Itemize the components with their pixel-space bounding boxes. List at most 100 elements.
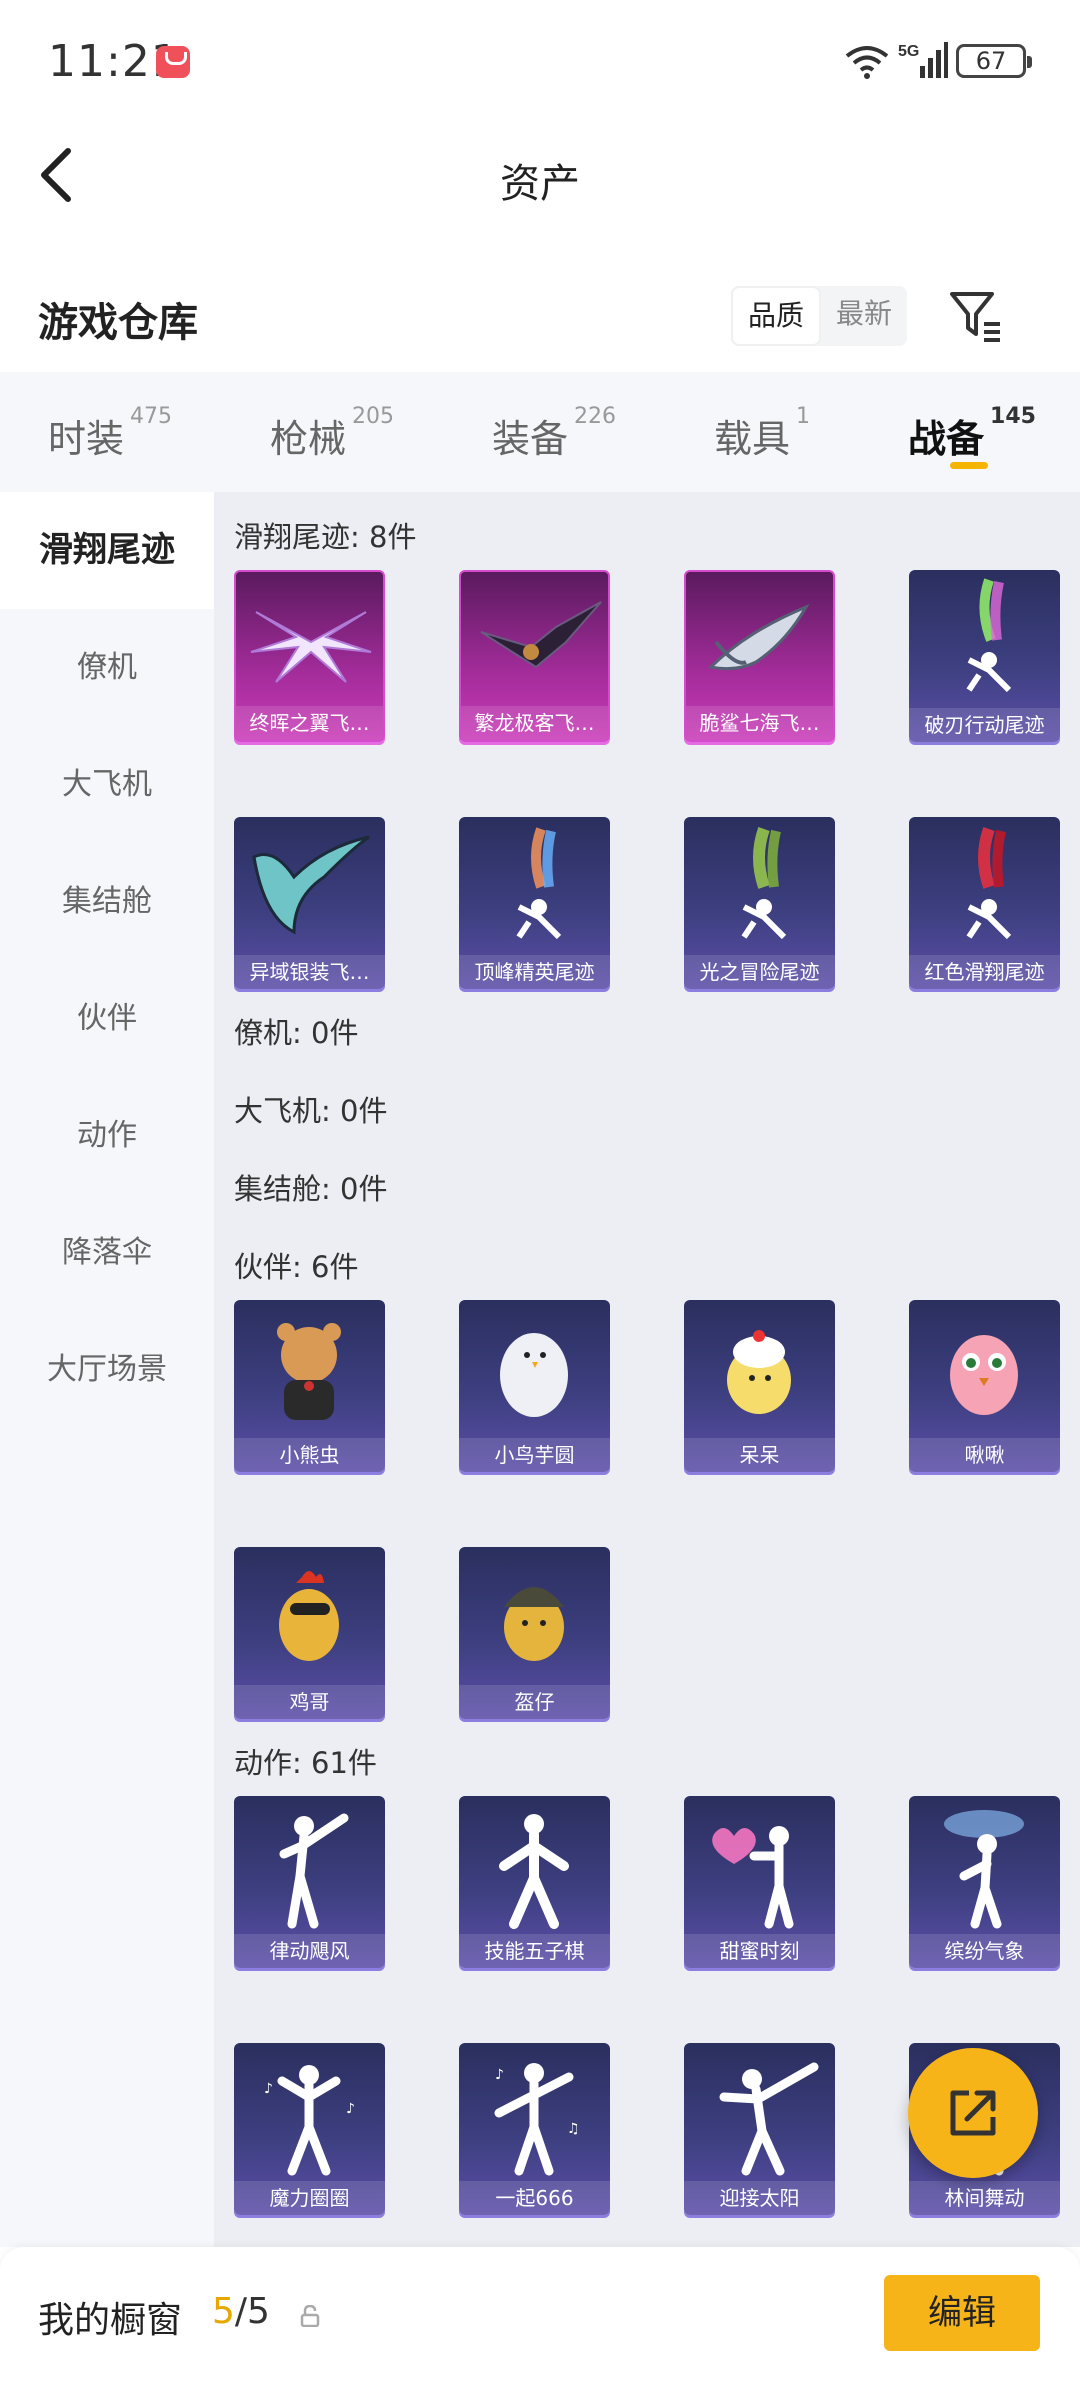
tab-label: 载具	[714, 417, 791, 461]
item-card[interactable]: 脆鲨七海飞…	[684, 570, 835, 742]
item-name: 魔力圈圈	[234, 2181, 385, 2215]
sidebar-item-emote[interactable]: 动作	[0, 1077, 214, 1194]
item-name: 终晖之翼飞…	[236, 706, 383, 740]
top-app-bar: 资产	[0, 125, 1080, 225]
item-card[interactable]: 缤纷气象	[909, 1796, 1060, 1968]
tab-count: 475	[130, 404, 173, 429]
item-name: 迎接太阳	[684, 2181, 835, 2215]
smoke-trail-art-icon	[741, 826, 787, 940]
bear-pet-art-icon	[277, 1323, 341, 1420]
item-name: 呆呆	[684, 1438, 835, 1472]
sidebar-item-parachute[interactable]: 降落伞	[0, 1194, 214, 1311]
dragon-trail-art-icon	[480, 601, 602, 669]
heart-pose-art-icon	[712, 1826, 794, 1929]
item-card[interactable]: 终晖之翼飞…	[234, 570, 385, 742]
lock-icon	[300, 2305, 320, 2327]
item-name: 繁龙极客飞…	[461, 706, 608, 740]
sidebar-item-wingman[interactable]: 僚机	[0, 609, 214, 726]
silver-wing-art-icon	[252, 835, 370, 935]
item-card[interactable]: 红色滑翔尾迹	[909, 817, 1060, 989]
showcase-count-total: /5	[234, 2291, 270, 2332]
pink-bird-pet-art-icon	[950, 1335, 1018, 1415]
item-card[interactable]: 顶峰精英尾迹	[459, 817, 610, 989]
item-name: 林间舞动	[909, 2181, 1060, 2215]
item-card[interactable]: 呆呆	[684, 1300, 835, 1472]
sidebar-item-big-plane[interactable]: 大飞机	[0, 726, 214, 843]
item-name: 鸡哥	[234, 1685, 385, 1719]
dance-pose-art-icon	[279, 1813, 349, 1929]
item-name: 律动飓风	[234, 1934, 385, 1968]
item-name: 甜蜜时刻	[684, 1934, 835, 1968]
sidebar-item-glide-trail[interactable]: 滑翔尾迹	[0, 492, 214, 609]
item-card[interactable]: 啾啾	[909, 1300, 1060, 1472]
shark-trail-art-icon	[707, 603, 810, 671]
tab-label: 枪械	[270, 417, 347, 461]
item-name: 一起666	[459, 2181, 610, 2215]
helmet-pet-art-icon	[504, 1587, 564, 1661]
warehouse-header: 游戏仓库 品质 最新	[0, 260, 1080, 370]
item-name: 缤纷气象	[909, 1934, 1060, 1968]
item-card[interactable]: 甜蜜时刻	[684, 1796, 835, 1968]
page-title: 资产	[500, 161, 580, 207]
section-heading-emote: 动作: 61件	[234, 1746, 377, 1780]
item-card[interactable]: 小鸟芋圆	[459, 1300, 610, 1472]
item-name: 小熊虫	[234, 1438, 385, 1472]
item-name: 破刃行动尾迹	[909, 708, 1060, 742]
sidebar-item-partner[interactable]: 伙伴	[0, 960, 214, 1077]
item-card[interactable]: 光之冒险尾迹	[684, 817, 835, 989]
item-card[interactable]: 盔仔	[459, 1547, 610, 1719]
item-card[interactable]: 迎接太阳	[684, 2043, 835, 2215]
item-card[interactable]: 技能五子棋	[459, 1796, 610, 1968]
item-card[interactable]: 繁龙极客飞…	[459, 570, 610, 742]
item-card[interactable]: 小熊虫	[234, 1300, 385, 1472]
share-button[interactable]	[908, 2048, 1038, 2178]
showcase-bar: 我的橱窗 5/5 编辑	[0, 2247, 1080, 2381]
item-name: 红色滑翔尾迹	[909, 955, 1060, 989]
showcase-label: 我的橱窗	[38, 2300, 183, 2341]
dance-pose-art-icon: ♪♫	[494, 2063, 580, 2176]
sidebar-item-pod[interactable]: 集结舱	[0, 843, 214, 960]
tab-count: 145	[990, 404, 1036, 429]
item-name: 技能五子棋	[459, 1934, 610, 1968]
wing-trail-art-icon	[250, 611, 372, 683]
item-card[interactable]: 异域银装飞…	[234, 817, 385, 989]
status-bar: 11:21 5G 67	[0, 0, 1080, 125]
sort-quality-option[interactable]: 品质	[731, 286, 821, 346]
section-heading-wingman: 僚机: 0件	[234, 1016, 359, 1050]
battery-indicator: 67	[956, 44, 1032, 78]
svg-text:♪: ♪	[346, 2101, 355, 2117]
dance-pose-art-icon: ♪♪	[264, 2065, 355, 2176]
tab-label: 战备	[908, 417, 985, 461]
section-title: 游戏仓库	[38, 300, 198, 346]
filter-icon[interactable]	[948, 288, 1004, 344]
sidebar-item-lobby-scene[interactable]: 大厅场景	[0, 1311, 214, 1428]
chick-pet-art-icon	[727, 1330, 791, 1414]
showcase-count: 5/5	[212, 2291, 270, 2332]
item-card[interactable]: 律动飓风	[234, 1796, 385, 1968]
item-card[interactable]: ♪ ♪ 魔力圈圈	[234, 2043, 385, 2215]
tab-label: 装备	[492, 417, 569, 461]
tab-count: 205	[352, 404, 395, 429]
item-name: 异域银装飞…	[234, 955, 385, 989]
item-card[interactable]: ♪ ♫ 一起666	[459, 2043, 610, 2215]
section-heading-plane: 大飞机: 0件	[234, 1094, 388, 1128]
section-heading-glide: 滑翔尾迹: 8件	[234, 520, 417, 554]
tab-count: 1	[796, 404, 811, 429]
share-external-icon	[950, 2090, 996, 2136]
item-grid-panel[interactable]: 滑翔尾迹: 8件 终晖之翼飞… 繁龙极客飞… 脆鲨七海飞… 破刃行动尾迹 异域银…	[214, 492, 1080, 2247]
smoke-trail-art-icon	[516, 827, 562, 940]
signal-icon: 5G	[898, 42, 948, 78]
edit-button[interactable]: 编辑	[884, 2275, 1040, 2351]
dance-pose-art-icon	[499, 1814, 569, 1929]
showcase-count-current: 5	[212, 2291, 235, 2332]
item-card[interactable]: 破刃行动尾迹	[909, 570, 1060, 742]
item-name: 脆鲨七海飞…	[686, 706, 833, 740]
tab-count: 226	[574, 404, 617, 429]
sort-newest-option[interactable]: 最新	[821, 286, 907, 346]
dab-pose-art-icon	[719, 2062, 819, 2176]
wifi-icon	[845, 46, 889, 79]
tab-label: 时装	[48, 417, 125, 461]
item-card[interactable]: 鸡哥	[234, 1547, 385, 1719]
bird-pet-art-icon	[500, 1333, 568, 1417]
item-name: 顶峰精英尾迹	[459, 955, 610, 989]
